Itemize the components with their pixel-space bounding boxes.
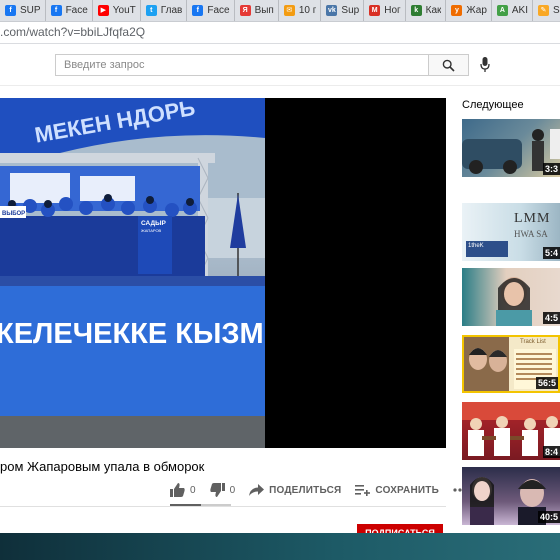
- browser-tab[interactable]: f SUP: [0, 0, 46, 21]
- browser-tab[interactable]: M Ног: [364, 0, 406, 21]
- video-duration: 4:5: [542, 312, 560, 324]
- twitter-icon: t: [145, 5, 157, 16]
- tab-label: Жар: [466, 5, 487, 16]
- search-input[interactable]: Введите запрос: [55, 54, 428, 76]
- browser-tab[interactable]: A AKI: [492, 0, 534, 21]
- share-label: ПОДЕЛИТЬСЯ: [269, 484, 342, 496]
- gmail-icon: M: [369, 5, 381, 16]
- video-duration: 40:5: [537, 511, 560, 523]
- share-icon: [249, 484, 265, 496]
- vk-icon: vk: [326, 5, 338, 16]
- podium-sub: ЖАПАРОВ: [141, 228, 162, 233]
- video-duration: 5:4: [542, 247, 560, 259]
- thumbnail-text: LMM: [514, 211, 551, 226]
- browser-tab[interactable]: f Face: [187, 0, 235, 21]
- recommended-video-thumbnail[interactable]: 3:3: [462, 119, 560, 177]
- search-icon: [442, 59, 455, 72]
- facebook-icon: f: [50, 5, 62, 16]
- a-icon: A: [496, 5, 508, 16]
- browser-tab[interactable]: ✎Spu: [533, 0, 560, 21]
- microphone-icon: [480, 57, 490, 72]
- like-count: 0: [190, 484, 196, 496]
- recommended-video-thumbnail[interactable]: 1theK LMM HWA SA 5:4: [462, 203, 560, 261]
- tab-label: Вып: [254, 5, 274, 16]
- playlist-add-icon: [355, 485, 371, 496]
- browser-tab[interactable]: ▶ YouT: [93, 0, 141, 21]
- rally-scene-image: МЕКЕН НДОРЬ ВЫБОР САДЫР ЖАПАРОВ КЕЛЕЧЕКК…: [0, 98, 265, 448]
- tab-label: Face: [207, 5, 230, 16]
- podium-name: САДЫР: [141, 220, 166, 227]
- youtube-header: Введите запрос: [0, 44, 560, 86]
- tab-label: Sup: [341, 5, 360, 16]
- tab-label: Ног: [384, 5, 401, 16]
- share-button[interactable]: ПОДЕЛИТЬСЯ: [249, 484, 341, 496]
- channel-badge: 1theK: [466, 241, 508, 257]
- video-duration: 3:3: [542, 163, 560, 175]
- dislike-count: 0: [229, 484, 236, 496]
- video-frame: МЕКЕН НДОРЬ ВЫБОР САДЫР ЖАПАРОВ КЕЛЕЧЕКК…: [0, 98, 265, 448]
- mail-icon: ✉: [283, 5, 295, 16]
- thumbs-up-icon: [170, 483, 185, 497]
- recommended-video-thumbnail[interactable]: Track List 56:5: [462, 335, 560, 393]
- feather-icon: ✎: [538, 5, 550, 16]
- tab-label: Spu: [553, 5, 560, 16]
- save-label: СОХРАНИТЬ: [375, 484, 439, 496]
- facebook-icon: f: [5, 5, 16, 16]
- sign-text: ВЫБОР: [2, 211, 25, 217]
- url-text[interactable]: .com/watch?v=bbiLJfqfa2Q: [0, 25, 145, 39]
- search-button[interactable]: [428, 54, 469, 76]
- os-taskbar: [0, 533, 560, 560]
- thumbs-down-icon: [209, 483, 225, 497]
- like-button[interactable]: 0: [170, 483, 196, 497]
- video-duration: 8:4: [542, 446, 560, 458]
- save-button[interactable]: СОХРАНИТЬ: [355, 484, 439, 496]
- youtube-icon: ▶: [97, 5, 109, 16]
- browser-tab[interactable]: f Face: [46, 0, 93, 21]
- browser-tab[interactable]: vk Sup: [321, 0, 365, 21]
- y-icon: y: [451, 5, 463, 16]
- tab-label: AKI: [511, 5, 529, 16]
- video-player[interactable]: МЕКЕН НДОРЬ ВЫБОР САДЫР ЖАПАРОВ КЕЛЕЧЕКК…: [0, 98, 446, 448]
- address-bar[interactable]: .com/watch?v=bbiLJfqfa2Q: [0, 22, 560, 44]
- k-icon: k: [410, 5, 422, 16]
- tab-label: 10 г: [298, 5, 317, 16]
- browser-tab[interactable]: y Жар: [446, 0, 492, 21]
- mic-button[interactable]: [478, 57, 492, 73]
- tab-label: Как: [425, 5, 442, 16]
- banner-text: КЕЛЕЧЕККЕ КЫЗМ: [0, 318, 264, 350]
- browser-tab[interactable]: t Глав: [141, 0, 188, 21]
- tab-label: Face: [65, 5, 88, 16]
- tab-label: Глав: [160, 5, 183, 16]
- browser-tab[interactable]: ✉ 10 г: [279, 0, 322, 21]
- up-next-label: Следующее: [462, 99, 524, 111]
- recommended-video-thumbnail[interactable]: 40:5: [462, 467, 560, 525]
- yandex-icon: Я: [239, 5, 251, 16]
- dislike-button[interactable]: 0: [209, 483, 236, 497]
- tab-label: SUP: [20, 5, 41, 16]
- video-title: ром Жапаровым упала в обморок: [0, 459, 205, 474]
- thumbnail-text: Track List: [520, 339, 546, 345]
- tab-strip: f SUP f Face ▶ YouT t Глав f Face Я Вып ✉ 10 г vk Sup M Н…: [0, 0, 560, 22]
- video-duration: 56:5: [535, 377, 558, 389]
- thumbnail-subtext: HWA SA: [514, 229, 548, 239]
- video-actions: 0 0 ПОДЕЛИТЬСЯ СОХРАНИТЬ: [170, 480, 486, 500]
- divider: [0, 506, 446, 507]
- recommended-video-thumbnail[interactable]: 4:5: [462, 268, 560, 326]
- tab-label: YouT: [112, 5, 136, 16]
- browser-tab[interactable]: Я Вып: [235, 0, 279, 21]
- facebook-icon: f: [192, 5, 204, 16]
- browser-tab[interactable]: k Как: [406, 0, 447, 21]
- recommended-video-thumbnail[interactable]: 8:4: [462, 402, 560, 460]
